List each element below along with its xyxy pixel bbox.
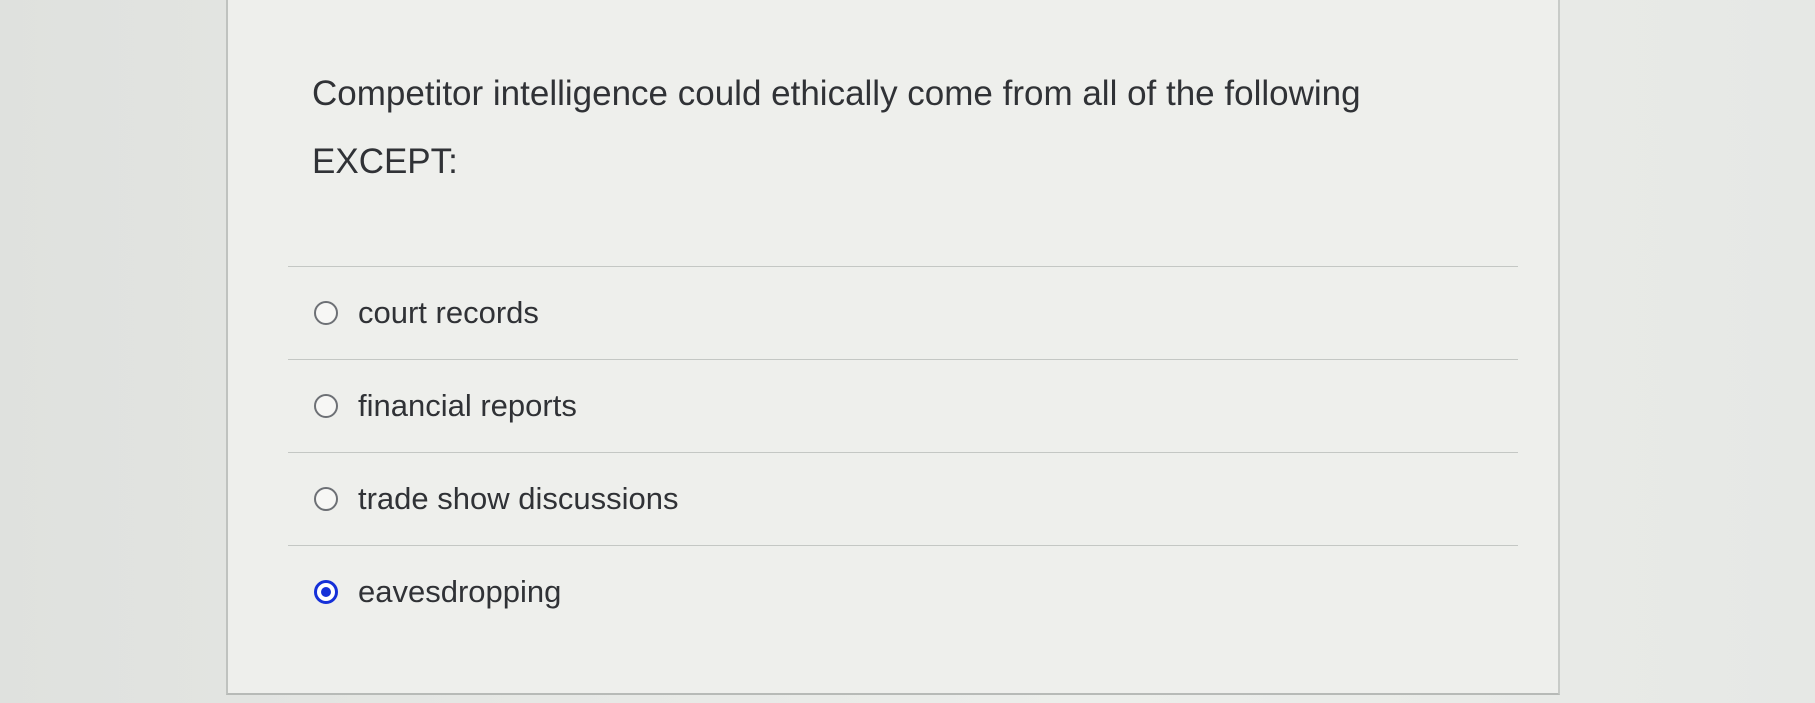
answer-list: court records financial reports trade sh… (288, 266, 1518, 638)
question-prompt: Competitor intelligence could ethically … (312, 74, 1361, 181)
answer-label: trade show discussions (358, 481, 679, 516)
answer-label: eavesdropping (358, 574, 562, 609)
radio-button-selected[interactable] (314, 580, 338, 604)
answer-option-financial-reports[interactable]: financial reports (288, 359, 1518, 452)
answer-label: court records (358, 295, 539, 330)
answer-option-eavesdropping[interactable]: eavesdropping (288, 545, 1518, 638)
answer-option-trade-show-discussions[interactable]: trade show discussions (288, 452, 1518, 545)
radio-button[interactable] (314, 394, 338, 418)
answer-label: financial reports (358, 388, 577, 423)
radio-button[interactable] (314, 487, 338, 511)
question-card: Competitor intelligence could ethically … (226, 0, 1560, 695)
radio-button[interactable] (314, 301, 338, 325)
answer-option-court-records[interactable]: court records (288, 266, 1518, 359)
screen-background: Competitor intelligence could ethically … (0, 0, 1815, 703)
